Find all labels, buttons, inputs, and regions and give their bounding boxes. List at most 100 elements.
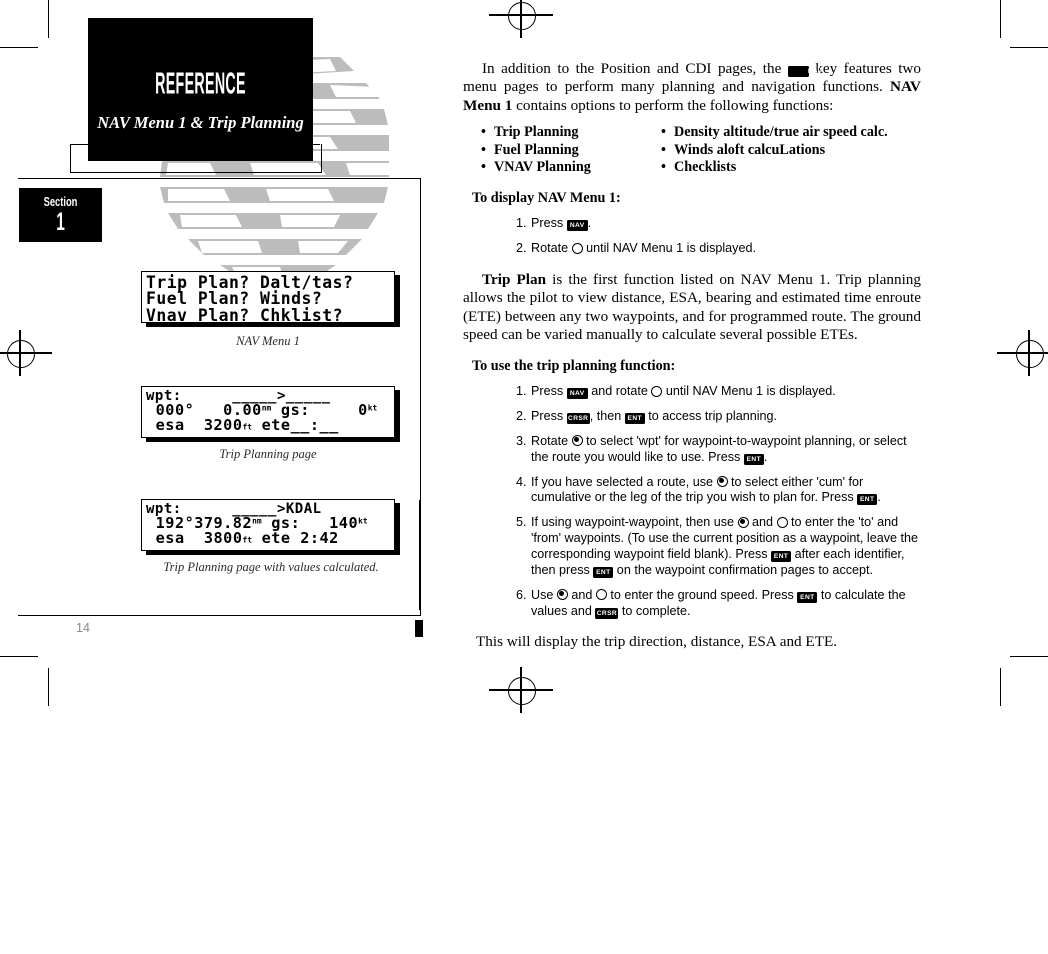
outer-knob-icon xyxy=(651,385,663,397)
lcd-esa-label: esa xyxy=(155,529,185,548)
crop-mark-bottom-right-h xyxy=(1010,656,1048,658)
step-text: If you have selected a route, use to sel… xyxy=(531,475,921,507)
intro-text-a: In addition to the Position and CDI page… xyxy=(482,60,788,77)
step-text: Rotate until NAV Menu 1 is displayed. xyxy=(531,241,921,257)
crop-mark-top-left-v xyxy=(48,0,50,38)
step-text: Press NAV and rotate until NAV Menu 1 is… xyxy=(531,384,921,400)
crop-mark-top-right-h xyxy=(1010,47,1048,49)
step-text-a: Rotate xyxy=(531,433,572,448)
step-number: 2. xyxy=(516,409,527,424)
lcd-ete-label: ete xyxy=(261,529,291,548)
nav-key-icon: NAV xyxy=(566,388,588,400)
bullet-icon: • xyxy=(481,141,486,158)
list-item-label: VNAV Planning xyxy=(494,159,591,176)
ent-key-icon: ENT xyxy=(593,566,614,578)
step-text-c: to access trip planning. xyxy=(644,409,778,424)
step-text-c: until NAV Menu 1 is displayed. xyxy=(662,384,836,399)
ent-key-icon: ENT xyxy=(624,413,645,425)
section-label: Section xyxy=(43,194,78,209)
step-text-b: until NAV Menu 1 is displayed. xyxy=(582,241,756,256)
list-item: • Checklists xyxy=(661,159,911,177)
list-item: 2. Rotate until NAV Menu 1 is displayed. xyxy=(516,241,921,257)
lcd-ete-value: 2:42 xyxy=(300,529,339,548)
inner-knob-icon xyxy=(556,589,568,601)
step-text: Press NAV. xyxy=(531,216,921,232)
trip-plan-bold: Trip Plan xyxy=(482,270,547,288)
list-item: 3. Rotate to select 'wpt' for waypoint-t… xyxy=(516,434,921,466)
step-text-e: on the waypoint confirmation pages to ac… xyxy=(613,562,874,577)
crsr-key-icon: CRSR xyxy=(595,607,619,619)
nav-key-icon: NAV xyxy=(566,220,588,232)
step-text-a: Press xyxy=(531,409,567,424)
step-number: 4. xyxy=(516,474,527,489)
outer-knob-icon xyxy=(571,242,583,254)
lcd-gs-unit: kt xyxy=(367,403,378,413)
crop-mark-top-left-h xyxy=(0,47,38,49)
ent-key-icon: ENT xyxy=(857,494,878,506)
edge-rule xyxy=(419,500,421,610)
trip-plan-paragraph: Trip Plan is the first function listed o… xyxy=(463,271,921,344)
step-text-b: to select 'wpt' for waypoint-to-waypoint… xyxy=(531,433,907,464)
bullet-icon: • xyxy=(661,123,666,140)
step-text-a: If using waypoint-waypoint, then use xyxy=(531,515,738,530)
crop-mark-bottom-left-h xyxy=(0,656,38,658)
ent-key-icon: ENT xyxy=(743,453,764,465)
ent-key-icon: ENT xyxy=(797,591,818,603)
step-number: 3. xyxy=(516,433,527,448)
list-item: 4. If you have selected a route, use to … xyxy=(516,475,921,507)
section-tab: Section 1 xyxy=(19,188,102,242)
step-text-b: , then xyxy=(589,409,625,424)
section-number: 1 xyxy=(56,208,65,236)
screenshot-trip-planning-calculated: wpt: _____>KDAL 192°379.82nm gs: 140kt e… xyxy=(141,499,395,551)
lcd-line-esa: esa 3800ft ete 2:42 xyxy=(146,531,390,546)
crop-mark-bottom-left-v xyxy=(48,668,50,706)
list-item-label: Density altitude/true air speed calc. xyxy=(674,123,888,140)
lcd-esa-value: 3200 xyxy=(203,416,243,435)
step-text-b: . xyxy=(587,216,592,231)
page-number: 14 xyxy=(76,621,90,635)
bullets-column-right: • Density altitude/true air speed calc. •… xyxy=(661,124,911,177)
step-text: If using waypoint-waypoint, then use and… xyxy=(531,515,921,578)
procedure-steps-display-nav-menu: 1. Press NAV. 2. Rotate until NAV Menu 1… xyxy=(463,216,921,257)
bullet-icon: • xyxy=(661,141,666,158)
lcd-gs-value: 0 xyxy=(358,401,368,419)
bullet-icon: • xyxy=(481,123,486,140)
step-number: 2. xyxy=(516,241,527,256)
list-item-label: Trip Planning xyxy=(494,123,579,140)
list-item: • Fuel Planning xyxy=(481,142,661,160)
list-item: • Winds aloft calcuLations xyxy=(661,142,911,160)
procedure-steps-trip-planning: 1. Press NAV and rotate until NAV Menu 1… xyxy=(463,384,921,619)
lcd-line-esa: esa 3200ft ete__:__ xyxy=(146,418,390,433)
inner-knob-icon xyxy=(571,435,583,447)
caption-trip-planning-calculated: Trip Planning page with values calculate… xyxy=(163,560,379,574)
step-number: 6. xyxy=(516,587,527,602)
screenshot-nav-menu-1: Trip Plan? Dalt/tas? Fuel Plan? Winds? V… xyxy=(141,271,395,323)
section-edge-tab xyxy=(415,620,423,637)
lcd-esa-label: esa xyxy=(155,416,185,435)
lcd-esa-unit: ft xyxy=(242,422,252,432)
lcd-line: Vnav Plan? Chklist? xyxy=(146,305,343,323)
list-item-label: Fuel Planning xyxy=(494,141,579,158)
list-item: • Trip Planning xyxy=(481,124,661,142)
caption-nav-menu-1: NAV Menu 1 xyxy=(236,334,300,348)
step-text-b: and rotate xyxy=(587,384,652,399)
bullet-icon: • xyxy=(481,159,486,176)
crop-mark-top-right-v xyxy=(1000,0,1002,38)
lcd-ete-value: __:__ xyxy=(290,416,339,435)
lcd-distance-unit: nm xyxy=(261,403,272,413)
step-text: Press CRSR, then ENT to access trip plan… xyxy=(531,409,921,425)
outer-knob-icon xyxy=(595,589,607,601)
list-item: 2. Press CRSR, then ENT to access trip p… xyxy=(516,409,921,425)
list-item: • Density altitude/true air speed calc. xyxy=(661,124,911,142)
intro-text-c: contains options to perform the followin… xyxy=(512,96,834,114)
list-item: • VNAV Planning xyxy=(481,159,661,177)
step-text-a: Press xyxy=(531,216,567,231)
lcd-distance-unit: nm xyxy=(252,516,262,526)
procedure-heading-trip-planning: To use the trip planning function: xyxy=(472,358,676,375)
step-text: Rotate to select 'wpt' for waypoint-to-w… xyxy=(531,434,921,466)
bullet-icon: • xyxy=(661,159,666,176)
page-subtitle: NAV Menu 1 & Trip Planning xyxy=(97,113,304,132)
list-item-label: Winds aloft calcuLations xyxy=(674,141,826,158)
list-item: 1. Press NAV and rotate until NAV Menu 1… xyxy=(516,384,921,400)
step-text-c: to enter the ground speed. Press xyxy=(606,587,798,602)
